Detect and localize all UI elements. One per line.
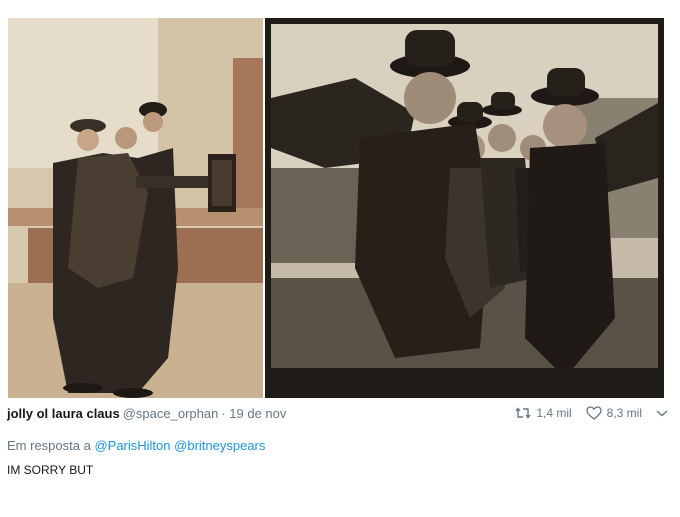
tweet: jolly ol laura claus @space_orphan · 19 … bbox=[7, 402, 673, 477]
heart-icon bbox=[586, 406, 602, 420]
chevron-down-icon bbox=[656, 410, 668, 417]
tweet-header: jolly ol laura claus @space_orphan · 19 … bbox=[7, 402, 673, 424]
tweet-text: IM SORRY BUT bbox=[7, 463, 94, 477]
retweet-count: 1,4 mil bbox=[536, 406, 572, 420]
photo-selfie-rooftop-image bbox=[8, 18, 263, 398]
tweet-actions: 1,4 mil 8,3 mil bbox=[501, 406, 673, 420]
like-button[interactable]: 8,3 mil bbox=[586, 406, 642, 420]
photo-group-selfie[interactable] bbox=[265, 18, 664, 398]
author-name[interactable]: jolly ol laura claus bbox=[7, 406, 120, 421]
more-options-button[interactable] bbox=[656, 408, 673, 418]
photo-group-selfie-image bbox=[265, 18, 664, 398]
retweet-button[interactable]: 1,4 mil bbox=[515, 406, 572, 420]
like-count: 8,3 mil bbox=[606, 406, 642, 420]
tweet-media bbox=[8, 18, 664, 398]
reply-context: Em resposta a @ParisHilton @britneyspear… bbox=[7, 438, 673, 453]
reply-prefix: Em resposta a bbox=[7, 438, 91, 453]
photo-selfie-rooftop[interactable] bbox=[8, 18, 263, 398]
mention-link-parishilton[interactable]: @ParisHilton bbox=[94, 438, 170, 453]
tweet-date[interactable]: · 19 de nov bbox=[221, 406, 286, 421]
author-handle[interactable]: @space_orphan bbox=[123, 406, 219, 421]
mention-link-britneyspears[interactable]: @britneyspears bbox=[174, 438, 265, 453]
retweet-icon bbox=[515, 407, 531, 419]
